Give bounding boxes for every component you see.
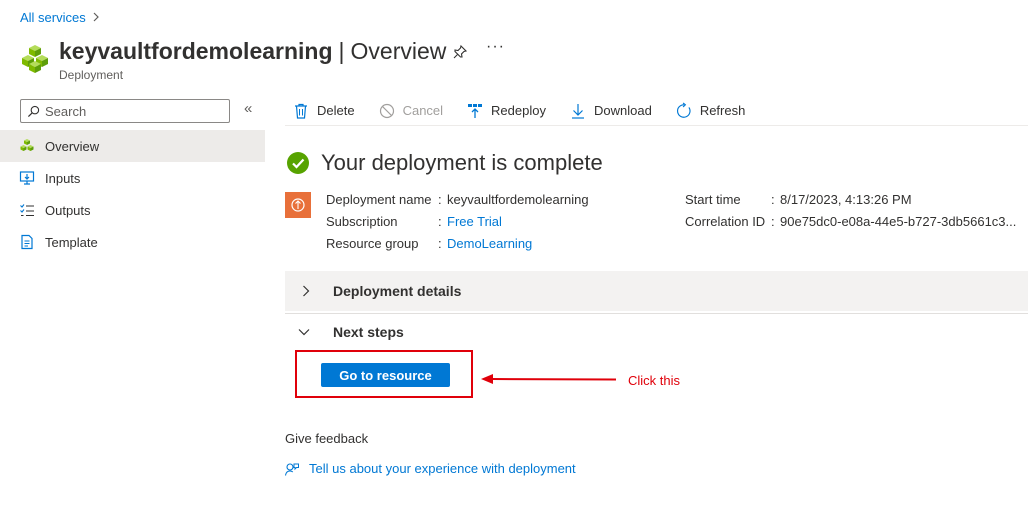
- sidebar-item-label: Inputs: [45, 170, 81, 186]
- sidebar-item-template[interactable]: Template: [0, 226, 265, 258]
- deployment-info: Deployment name : keyvaultfordemolearnin…: [326, 188, 589, 254]
- cancel-button[interactable]: Cancel: [371, 98, 443, 124]
- redeploy-label: Redeploy: [491, 103, 546, 118]
- next-steps-label: Next steps: [333, 323, 404, 340]
- annotation-arrow-icon: [481, 374, 617, 384]
- overview-icon: [19, 138, 35, 154]
- chevron-right-icon: [92, 11, 100, 25]
- deployment-resource-icon: [285, 192, 311, 218]
- sidebar-nav: Overview Inputs Outputs Template: [0, 130, 265, 258]
- page-header: keyvaultfordemolearning | Overview Deploym…: [20, 36, 446, 82]
- sidebar-search[interactable]: [20, 99, 230, 123]
- correlation-id-label: Correlation ID: [685, 213, 766, 229]
- download-button[interactable]: Download: [562, 98, 652, 124]
- section-name: Overview: [350, 38, 447, 64]
- inputs-icon: [19, 170, 35, 186]
- cancel-icon: [379, 103, 395, 119]
- start-time-row: Start time : 8/17/2023, 4:13:26 PM: [685, 188, 1016, 210]
- correlation-id-value: 90e75dc0-e08a-44e5-b727-3db5661c3...: [780, 213, 1017, 229]
- download-icon: [570, 103, 586, 119]
- refresh-label: Refresh: [699, 103, 746, 118]
- resource-type: Deployment: [59, 68, 124, 82]
- search-input[interactable]: [45, 103, 225, 119]
- cancel-label: Cancel: [402, 103, 444, 118]
- feedback-link[interactable]: Tell us about your experience with deplo…: [285, 461, 576, 476]
- trash-icon: [293, 103, 309, 119]
- pin-icon[interactable]: [452, 44, 468, 60]
- feedback-title: Give feedback: [285, 431, 369, 446]
- subscription-label: Subscription: [326, 213, 398, 229]
- breadcrumb: All services: [20, 10, 100, 25]
- refresh-icon: [676, 102, 692, 119]
- next-steps-section[interactable]: Next steps: [285, 313, 1028, 349]
- resource-group-label: Resource group: [326, 235, 419, 251]
- delete-label: Delete: [317, 103, 355, 118]
- colon: :: [438, 191, 442, 207]
- sidebar-item-overview[interactable]: Overview: [0, 130, 265, 162]
- sidebar-item-label: Overview: [45, 138, 100, 154]
- deployment-status: Your deployment is complete: [287, 150, 603, 176]
- redeploy-button[interactable]: Redeploy: [459, 98, 546, 124]
- colon: :: [438, 213, 442, 229]
- annotation-text: Click this: [628, 373, 681, 388]
- start-time-label: Start time: [685, 191, 741, 207]
- colon: :: [771, 191, 775, 207]
- breadcrumb-all-services[interactable]: All services: [20, 10, 86, 25]
- resource-group-row: Resource group : DemoLearning: [326, 232, 589, 254]
- correlation-id-row: Correlation ID : 90e75dc0-e08a-44e5-b727…: [685, 210, 1016, 232]
- redeploy-icon: [467, 103, 483, 119]
- subscription-link[interactable]: Free Trial: [447, 214, 502, 229]
- page-title: keyvaultfordemolearning | Overview: [59, 36, 446, 66]
- refresh-button[interactable]: Refresh: [668, 98, 746, 124]
- template-icon: [19, 234, 35, 250]
- colon: :: [771, 213, 775, 229]
- chevron-right-icon: [303, 285, 310, 297]
- deployment-name-label: Deployment name: [326, 191, 432, 207]
- collapse-sidebar-icon[interactable]: «: [244, 100, 252, 117]
- sidebar-item-inputs[interactable]: Inputs: [0, 162, 265, 194]
- command-bar: Delete Cancel Redeploy Download Refresh: [285, 98, 1028, 126]
- sidebar-item-outputs[interactable]: Outputs: [0, 194, 265, 226]
- success-check-icon: [287, 152, 309, 174]
- start-time-value: 8/17/2023, 4:13:26 PM: [780, 191, 912, 207]
- colon: :: [438, 235, 442, 251]
- deployment-info-secondary: Start time : 8/17/2023, 4:13:26 PM Corre…: [685, 188, 1016, 232]
- feedback-person-icon: [285, 462, 299, 476]
- resource-name: keyvaultfordemolearning: [59, 38, 333, 64]
- delete-button[interactable]: Delete: [285, 98, 355, 124]
- title-separator: |: [338, 38, 345, 64]
- sidebar-item-label: Outputs: [45, 202, 91, 218]
- subscription-row: Subscription : Free Trial: [326, 210, 589, 232]
- chevron-down-icon: [298, 328, 310, 335]
- outputs-icon: [19, 202, 35, 218]
- deployment-details-section[interactable]: Deployment details: [285, 271, 1028, 311]
- search-icon: [27, 105, 40, 117]
- deployment-cubes-icon: [22, 45, 48, 73]
- go-to-resource-button[interactable]: Go to resource: [321, 363, 450, 387]
- deployment-details-label: Deployment details: [333, 283, 462, 299]
- deployment-name-value: keyvaultfordemolearning: [447, 191, 589, 207]
- deployment-name-row: Deployment name : keyvaultfordemolearnin…: [326, 188, 589, 210]
- download-label: Download: [593, 103, 652, 118]
- status-text: Your deployment is complete: [321, 150, 603, 175]
- feedback-link-label: Tell us about your experience with deplo…: [309, 461, 576, 476]
- sidebar-item-label: Template: [45, 234, 98, 250]
- resource-group-link[interactable]: DemoLearning: [447, 236, 532, 251]
- more-options-icon[interactable]: ···: [486, 38, 505, 56]
